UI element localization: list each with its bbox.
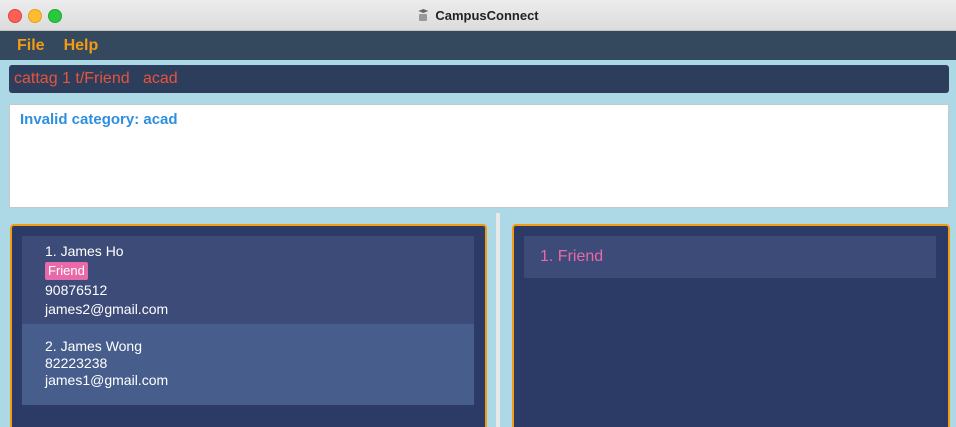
menu-bar: File Help xyxy=(0,31,956,60)
tag-badge: Friend xyxy=(45,262,88,280)
person-email: james2@gmail.com xyxy=(45,301,169,317)
menu-file[interactable]: File xyxy=(17,37,45,55)
person-card[interactable]: 2. James Wong 82223238 james1@gmail.com xyxy=(22,324,474,405)
split-pane-divider[interactable] xyxy=(496,213,500,427)
result-display: Invalid category: acad xyxy=(9,104,949,208)
title-bar: CampusConnect xyxy=(0,0,956,31)
category-label: 1. Friend xyxy=(540,248,604,265)
category-list-panel: 1. Friend xyxy=(512,224,950,427)
person-card[interactable]: 1. James Ho Friend 90876512 james2@gmail… xyxy=(22,236,474,324)
app-window: CampusConnect File Help Invalid category… xyxy=(0,0,956,427)
person-phone: 82223238 xyxy=(45,355,108,371)
person-phone: 90876512 xyxy=(45,282,108,298)
command-input[interactable] xyxy=(14,70,949,88)
command-box[interactable] xyxy=(9,65,949,93)
campusconnect-app-icon xyxy=(417,9,429,21)
person-email: james1@gmail.com xyxy=(45,372,169,388)
menu-help[interactable]: Help xyxy=(64,37,99,55)
window-title-group: CampusConnect xyxy=(0,0,956,30)
person-list-panel: 1. James Ho Friend 90876512 james2@gmail… xyxy=(10,224,487,427)
category-item[interactable]: 1. Friend xyxy=(524,236,936,278)
person-tags: Friend xyxy=(45,261,474,281)
person-name: 2. James Wong xyxy=(45,338,143,354)
person-name: 1. James Ho xyxy=(45,243,124,259)
window-title: CampusConnect xyxy=(435,7,539,23)
result-message: Invalid category: acad xyxy=(20,111,178,128)
